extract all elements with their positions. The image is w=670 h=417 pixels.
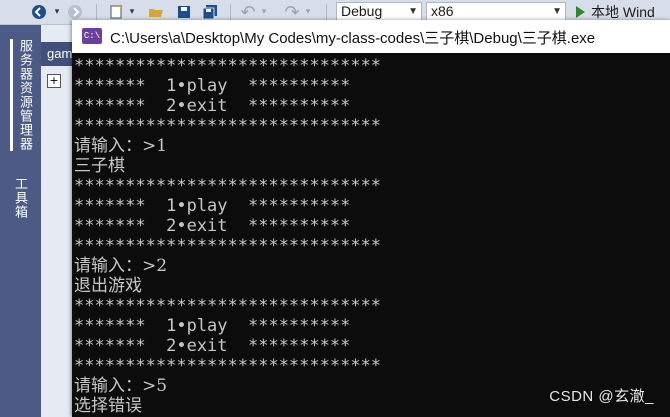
sidebar-tab-server-explorer[interactable]: 服务器资源管理器 bbox=[10, 39, 34, 151]
run-debugger-button[interactable]: 本地 Wind bbox=[572, 2, 655, 21]
console-line: ****************************** bbox=[74, 356, 382, 376]
new-item-icon[interactable] bbox=[106, 2, 126, 22]
console-line: ****************************** bbox=[74, 296, 382, 316]
save-all-icon[interactable] bbox=[200, 2, 220, 22]
console-line: ******* 1•play ********** bbox=[74, 196, 351, 216]
new-item-dropdown-icon[interactable]: ▾ bbox=[128, 2, 136, 22]
solution-config-select[interactable]: Debug ▼ bbox=[336, 2, 422, 21]
console-line: ******* 1•play ********** bbox=[74, 76, 351, 96]
console-line: ****************************** bbox=[74, 116, 382, 136]
console-line: 请输入：>1 bbox=[74, 136, 168, 156]
run-label: 本地 Wind bbox=[591, 3, 655, 20]
console-line: ****************************** bbox=[74, 56, 382, 76]
undo-dropdown-icon[interactable]: ▾ bbox=[260, 2, 268, 22]
console-line: 三子棋 bbox=[74, 156, 125, 176]
solution-config-value: Debug bbox=[341, 3, 383, 19]
console-line: ******* 1•play ********** bbox=[74, 316, 351, 336]
play-icon bbox=[576, 5, 585, 18]
console-line: ******* 2•exit ********** bbox=[74, 96, 351, 116]
redo-dropdown-icon[interactable]: ▾ bbox=[304, 2, 312, 22]
console-window: C:\ C:\Users\a\Desktop\My Codes\my-class… bbox=[72, 20, 670, 417]
save-icon[interactable] bbox=[174, 2, 194, 22]
platform-value: x86 bbox=[431, 3, 454, 19]
back-arrow-icon[interactable] bbox=[30, 2, 48, 22]
chevron-down-icon: ▼ bbox=[552, 6, 562, 17]
csdn-watermark: CSDN @玄澈_ bbox=[549, 388, 654, 405]
toolbar-separator bbox=[326, 4, 327, 20]
console-line: ****************************** bbox=[74, 236, 382, 256]
platform-select[interactable]: x86 ▼ bbox=[426, 2, 566, 21]
sidebar-tab-toolbox[interactable]: 工具箱 bbox=[10, 177, 29, 219]
console-line: ****************************** bbox=[74, 176, 382, 196]
console-output: ****************************** ******* 1… bbox=[74, 56, 668, 417]
document-tab[interactable]: gam bbox=[41, 42, 76, 66]
toolbar-separator bbox=[96, 4, 97, 20]
open-folder-icon[interactable] bbox=[146, 2, 166, 22]
console-titlebar[interactable]: C:\ C:\Users\a\Desktop\My Codes\my-class… bbox=[72, 20, 670, 53]
console-line: 退出游戏 bbox=[74, 276, 142, 296]
console-line: ******* 2•exit ********** bbox=[74, 336, 351, 356]
console-title: C:\Users\a\Desktop\My Codes\my-class-cod… bbox=[110, 30, 596, 47]
expand-icon[interactable]: + bbox=[47, 74, 61, 88]
toolbar-separator bbox=[230, 4, 231, 20]
console-line: 请输入：>2 bbox=[74, 256, 168, 276]
undo-icon[interactable]: ↶ bbox=[238, 2, 258, 23]
chevron-down-icon: ▼ bbox=[408, 6, 418, 17]
console-app-icon: C:\ bbox=[82, 28, 102, 44]
vs-side-panel: 服务器资源管理器 工具箱 bbox=[0, 25, 41, 417]
forward-arrow-icon[interactable] bbox=[66, 2, 84, 22]
redo-icon[interactable]: ↷ bbox=[282, 2, 302, 23]
console-line: ******* 2•exit ********** bbox=[74, 216, 351, 236]
back-dropdown-icon[interactable]: ▾ bbox=[52, 2, 62, 22]
